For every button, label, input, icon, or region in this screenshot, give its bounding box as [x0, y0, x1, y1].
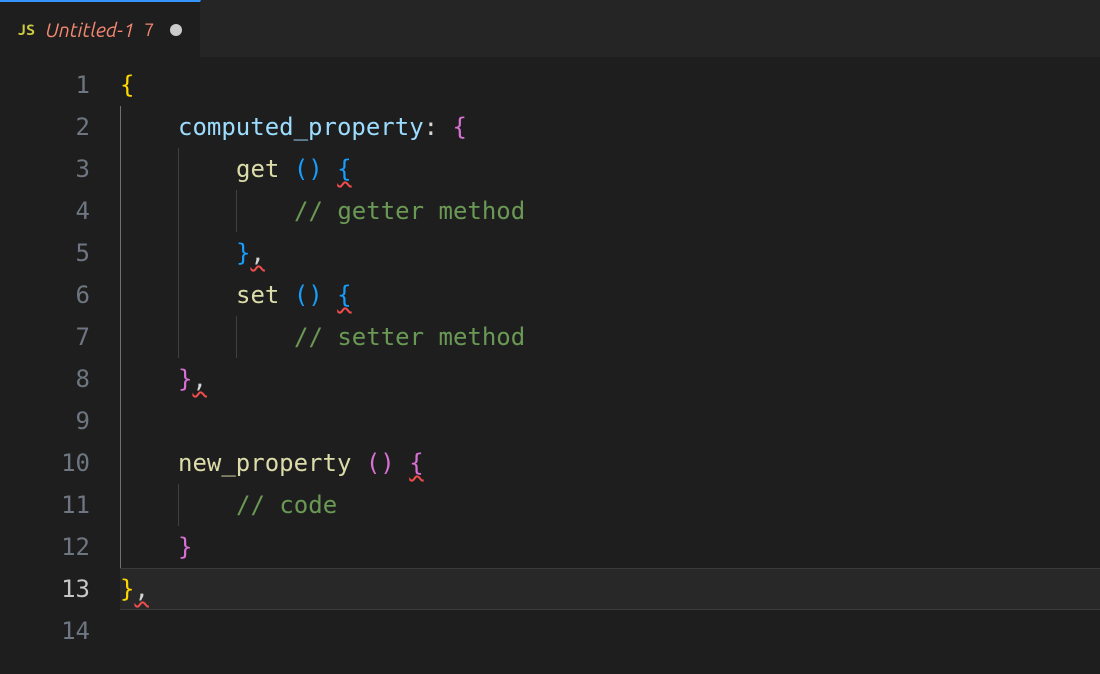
comment: // getter method — [294, 197, 525, 225]
code-line[interactable]: } — [120, 526, 1100, 568]
brace: } — [120, 575, 134, 603]
line-number: 3 — [0, 148, 90, 190]
brace-error: { — [337, 155, 351, 183]
problem-count-badge: 7 — [144, 20, 154, 40]
code-editor[interactable]: 1 2 3 4 5 6 7 8 9 10 11 12 13 14 { compu… — [0, 58, 1100, 674]
tab-untitled-1[interactable]: JS Untitled-1 7 — [0, 0, 201, 57]
code-line[interactable]: }, — [120, 358, 1100, 400]
brace: } — [178, 365, 192, 393]
tab-title: Untitled-1 — [45, 18, 134, 41]
code-line[interactable] — [120, 400, 1100, 442]
brace: } — [178, 533, 192, 561]
line-number: 9 — [0, 400, 90, 442]
comment: // setter method — [294, 323, 525, 351]
colon: : — [424, 113, 438, 141]
code-line[interactable]: }, — [120, 232, 1100, 274]
line-number: 7 — [0, 316, 90, 358]
property-key: computed_property — [178, 113, 424, 141]
line-number: 8 — [0, 358, 90, 400]
method-name: set — [236, 281, 279, 309]
comma-error: , — [192, 365, 206, 393]
code-area[interactable]: { computed_property: { get () { // gette… — [120, 58, 1100, 674]
parens: () — [294, 155, 323, 183]
brace-error: { — [409, 449, 423, 477]
code-line[interactable]: // setter method — [120, 316, 1100, 358]
code-line[interactable]: new_property () { — [120, 442, 1100, 484]
code-line[interactable]: // code — [120, 484, 1100, 526]
comma-error: , — [250, 239, 264, 267]
brace: { — [453, 113, 467, 141]
code-line[interactable]: { — [120, 64, 1100, 106]
code-line[interactable] — [120, 610, 1100, 652]
code-line-active[interactable]: }, — [120, 568, 1100, 610]
parens: () — [366, 449, 395, 477]
parens: () — [294, 281, 323, 309]
code-line[interactable]: get () { — [120, 148, 1100, 190]
code-line[interactable]: // getter method — [120, 190, 1100, 232]
line-number: 4 — [0, 190, 90, 232]
line-number: 12 — [0, 526, 90, 568]
line-number: 13 — [0, 568, 90, 610]
comment: // code — [236, 491, 337, 519]
method-name: get — [236, 155, 279, 183]
line-number: 6 — [0, 274, 90, 316]
code-line[interactable]: set () { — [120, 274, 1100, 316]
line-number: 14 — [0, 610, 90, 652]
line-number-gutter: 1 2 3 4 5 6 7 8 9 10 11 12 13 14 — [0, 58, 120, 674]
code-line[interactable]: computed_property: { — [120, 106, 1100, 148]
line-number: 2 — [0, 106, 90, 148]
line-number: 10 — [0, 442, 90, 484]
line-number: 1 — [0, 64, 90, 106]
brace-error: { — [337, 281, 351, 309]
method-name: new_property — [178, 449, 351, 477]
comma-error: , — [134, 575, 148, 603]
line-number: 5 — [0, 232, 90, 274]
brace: } — [236, 239, 250, 267]
brace: { — [120, 71, 134, 99]
dirty-indicator-icon — [170, 24, 182, 36]
js-file-icon: JS — [18, 21, 35, 38]
line-number: 11 — [0, 484, 90, 526]
tab-bar: JS Untitled-1 7 — [0, 0, 1100, 58]
